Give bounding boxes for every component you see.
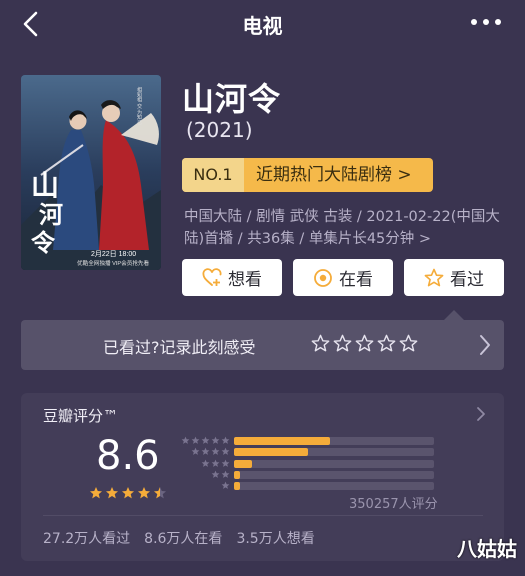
distribution-row <box>179 436 434 447</box>
rating-card[interactable]: 豆瓣评分™ 8.6 350257人评分 27.2万人看过 8.6万人在看 3.5… <box>21 393 504 561</box>
small-star-icon <box>201 447 210 456</box>
watched-label: 看过 <box>450 270 484 290</box>
distribution-bar <box>234 448 308 457</box>
distribution-track <box>234 482 434 491</box>
small-star-icon <box>211 470 220 478</box>
small-star-icon <box>211 459 220 467</box>
small-star-icon <box>191 447 200 456</box>
record-star-row[interactable] <box>311 334 418 353</box>
score-star-row <box>89 486 167 500</box>
svg-text:令: 令 <box>31 228 56 257</box>
distribution-star-group <box>221 481 230 490</box>
small-star-icon <box>221 459 230 467</box>
rate-star-icon[interactable] <box>333 334 352 353</box>
rate-star-icon[interactable] <box>355 334 374 353</box>
small-star-icon <box>181 436 190 444</box>
distribution-star-group <box>201 459 230 468</box>
distribution-row <box>179 459 434 470</box>
want-label: 想看 <box>228 270 262 290</box>
rating-count: 350257人评分 <box>349 497 438 512</box>
nav-bar: 电视 <box>0 0 525 48</box>
poster-calligraphy: 山 <box>31 169 59 202</box>
distribution-row <box>179 470 434 481</box>
distribution-track <box>234 470 434 479</box>
watermark: 八姑姑 <box>457 537 517 561</box>
rank-badge[interactable]: NO.1 近期热门大陆剧榜 > <box>182 158 433 192</box>
star-outline-icon <box>424 268 444 286</box>
distribution-bar <box>234 470 240 479</box>
distribution-star-group <box>211 470 230 479</box>
rate-star-icon[interactable] <box>399 334 418 353</box>
show-meta[interactable]: 中国大陆 / 剧情 武侠 古装 / 2021-02-22(中国大陆)首播 / 共… <box>184 206 506 250</box>
heart-plus-icon <box>202 267 222 286</box>
rating-star-icon <box>89 487 103 499</box>
distribution-bar <box>234 437 330 445</box>
rating-star-icon <box>153 487 167 499</box>
small-star-icon <box>201 436 210 444</box>
rate-star-icon[interactable] <box>311 334 330 353</box>
distribution-track <box>234 437 434 445</box>
rating-score: 8.6 <box>96 433 160 479</box>
distribution-row <box>179 447 434 458</box>
poster-date: 2月22日 18:00 <box>91 250 136 258</box>
want-count: 3.5万人想看 <box>236 531 315 547</box>
show-year: (2021) <box>186 118 253 142</box>
distribution-row <box>179 481 434 492</box>
poster-promo: 优酷全网独播 VIP会员抢先看 <box>77 259 150 267</box>
show-title: 山河令 <box>182 80 282 118</box>
record-feeling-bar[interactable]: 已看过?记录此刻感受 <box>21 320 504 370</box>
small-star-icon <box>211 436 220 444</box>
small-star-icon <box>221 447 230 456</box>
distribution-track <box>234 459 434 468</box>
poster-image[interactable]: 山 河 令 2月22日 18:00 优酷全网独播 VIP会员抢先看 相知相 交 … <box>21 75 161 270</box>
rating-star-icon <box>105 487 119 499</box>
rank-number: NO.1 <box>182 158 244 192</box>
rank-label: 近期热门大陆剧榜 > <box>256 165 412 185</box>
watching-count: 8.6万人在看 <box>144 531 223 547</box>
svg-text:河: 河 <box>39 200 63 229</box>
rating-distribution <box>179 436 434 492</box>
want-button[interactable]: 想看 <box>182 259 282 296</box>
poster-art: 山 河 令 2月22日 18:00 优酷全网独播 VIP会员抢先看 相知相 交 … <box>21 75 161 270</box>
chevron-right-icon[interactable] <box>478 333 492 357</box>
distribution-track <box>234 448 434 457</box>
distribution-star-group <box>181 436 230 445</box>
rate-star-icon[interactable] <box>377 334 396 353</box>
watching-button[interactable]: 在看 <box>293 259 393 296</box>
distribution-bar <box>234 482 240 491</box>
distribution-bar <box>234 459 252 468</box>
watching-label: 在看 <box>339 270 373 290</box>
more-dots-icon[interactable] <box>469 12 503 32</box>
watched-button[interactable]: 看过 <box>404 259 504 296</box>
page-title: 电视 <box>242 14 283 38</box>
small-star-icon <box>221 481 230 490</box>
small-star-icon <box>221 470 230 478</box>
target-icon <box>314 268 332 287</box>
watched-count: 27.2万人看过 <box>43 531 131 547</box>
small-star-icon <box>201 459 210 467</box>
small-star-icon <box>211 447 220 456</box>
rating-label: 豆瓣评分™ <box>43 407 119 425</box>
poster-side-text: 相知相 交 为知己 <box>136 86 142 125</box>
small-star-icon <box>191 436 200 444</box>
rating-star-icon <box>137 487 151 499</box>
divider <box>43 515 483 516</box>
chevron-right-icon[interactable] <box>476 406 486 422</box>
audience-stats: 27.2万人看过 8.6万人在看 3.5万人想看 <box>43 528 329 548</box>
record-prompt: 已看过?记录此刻感受 <box>103 338 256 357</box>
record-pointer <box>444 310 464 320</box>
distribution-star-group <box>191 447 230 456</box>
small-star-icon <box>221 436 230 444</box>
rating-star-icon <box>121 487 135 499</box>
